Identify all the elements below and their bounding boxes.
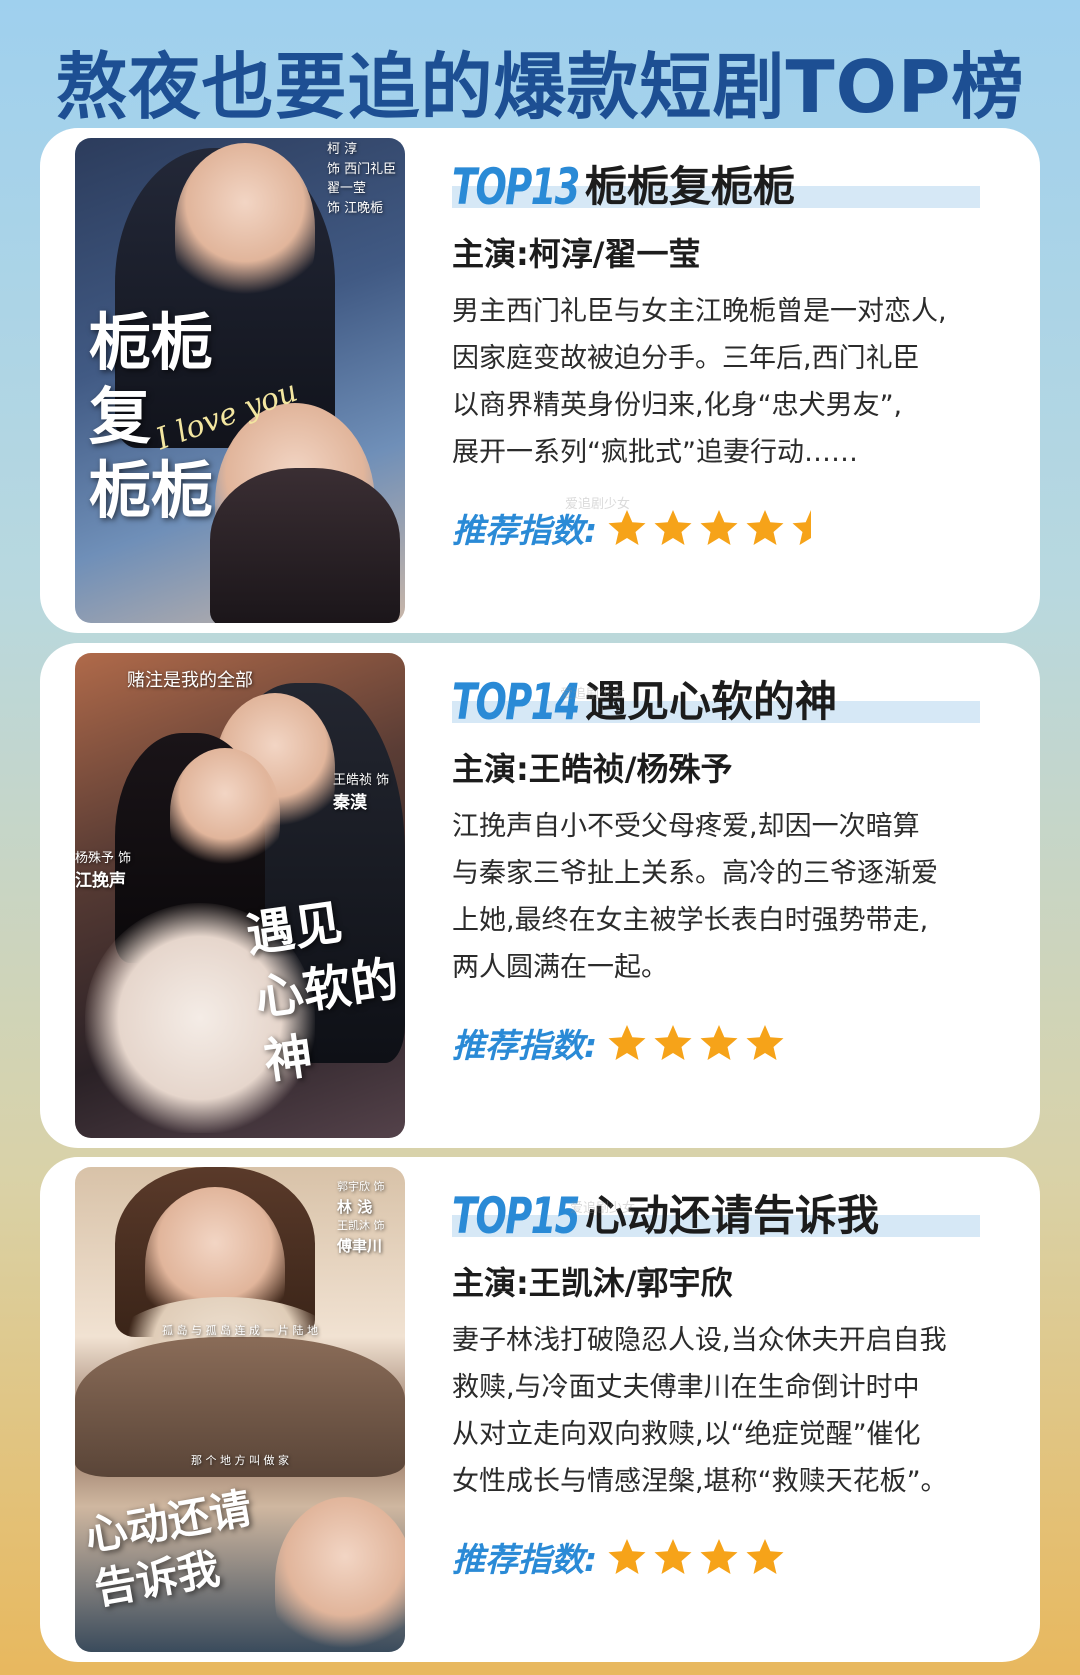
star-icon: [746, 1539, 784, 1574]
star-icon: [608, 510, 646, 545]
poster-tagline: 赌注是我的全部: [127, 670, 253, 691]
rank-label: TOP13: [452, 158, 580, 216]
show-title: 遇见心软的神: [585, 677, 838, 726]
star-rating: [607, 508, 837, 548]
star-icon: [654, 1025, 692, 1060]
rating: 推荐指数:: [452, 1018, 791, 1068]
drama-poster[interactable]: 栀栀 复 栀栀 I love you 柯 淳 饰 西门礼臣 翟一莹 饰 江晚栀: [75, 138, 405, 623]
synopsis: 男主西门礼臣与女主江晚栀曾是一对恋人, 因家庭变故被迫分手。三年后,西门礼臣 以…: [452, 296, 947, 468]
star-icon: [654, 510, 692, 545]
synopsis: 江挽声自小不受父母疼爱,却因一次暗算 与秦家三爷扯上关系。高冷的三爷逐渐爱 上她…: [452, 811, 938, 983]
poster-credits: 郭宇欣 饰 林 浅 王凯沐 饰 傅聿川: [337, 1180, 385, 1255]
rating-label: 推荐指数:: [452, 1540, 598, 1579]
poster-male-face: [275, 1497, 405, 1652]
poster-credits-right: 王皓祯 饰 秦漠: [333, 773, 390, 813]
synopsis: 妻子林浅打破隐忍人设,当众休夫开启自我 救赎,与冷面丈夫傅聿川在生命倒计时中 从…: [452, 1325, 948, 1497]
rank-row: TOP13 栀栀复栀栀: [452, 156, 1022, 218]
star-icon: [654, 1539, 692, 1574]
drama-card[interactable]: 孤 岛 与 孤 岛 连 成 一 片 陆 地 那 个 地 方 叫 做 家 心动还请…: [40, 1157, 1040, 1662]
poster-credits: 柯 淳 饰 西门礼臣 翟一莹 饰 江晚栀: [327, 142, 397, 216]
rank-label: TOP15: [452, 1187, 580, 1245]
star-icon: [700, 1025, 738, 1060]
show-title: 栀栀复栀栀: [585, 162, 796, 211]
drama-card[interactable]: 赌注是我的全部 遇见 心软的 神 王皓祯 饰 秦漠 杨殊予 饰 江挽声 TOP1…: [40, 643, 1040, 1148]
show-title: 心动还请告诉我: [585, 1191, 880, 1240]
star-icon: [700, 510, 738, 545]
cast-line: 主演:柯淳/翟一莹: [452, 235, 701, 273]
drama-info: TOP13 栀栀复栀栀 主演:柯淳/翟一莹 男主西门礼臣与女主江晚栀曾是一对恋人…: [452, 156, 1022, 476]
poster-title-calligraphy: 心动还请 告诉我: [81, 1483, 256, 1614]
poster-tagline-mid: 那 个 地 方 叫 做 家: [191, 1454, 289, 1467]
rank-label: TOP14: [452, 673, 580, 731]
star-icon: [746, 1025, 784, 1060]
cast-line: 主演:王皓祯/杨殊予: [452, 750, 733, 788]
star-icon: [608, 1025, 646, 1060]
watermark: 爱追剧少女: [570, 1201, 636, 1216]
rank-row: TOP14 遇见心软的神: [452, 671, 1022, 733]
drama-card[interactable]: 栀栀 复 栀栀 I love you 柯 淳 饰 西门礼臣 翟一莹 饰 江晚栀 …: [40, 128, 1040, 633]
star-icon: [700, 1539, 738, 1574]
drama-info: TOP14 遇见心软的神 主演:王皓祯/杨殊予 江挽声自小不受父母疼爱,却因一次…: [452, 671, 1022, 991]
star-icon: [746, 510, 784, 545]
cast-line: 主演:王凯沐/郭宇欣: [452, 1264, 733, 1302]
watermark: 爱追剧少女: [560, 687, 626, 702]
page-title: 熬夜也要追的爆款短剧TOP榜: [55, 45, 1025, 129]
poster-title-calligraphy: 遇见 心软的 神: [242, 894, 403, 1091]
drama-poster[interactable]: 赌注是我的全部 遇见 心软的 神 王皓祯 饰 秦漠 杨殊予 饰 江挽声: [75, 653, 405, 1138]
star-rating: [607, 1023, 791, 1063]
star-icon: [608, 1539, 646, 1574]
rank-row: TOP15 心动还请告诉我: [452, 1185, 1022, 1247]
half-star-icon: [792, 510, 812, 545]
rating: 推荐指数:: [452, 1532, 791, 1582]
star-rating: [607, 1537, 791, 1577]
poster-male-face: [175, 143, 315, 313]
poster-female-face: [170, 748, 280, 878]
poster-tagline-top: 孤 岛 与 孤 岛 连 成 一 片 陆 地: [162, 1324, 318, 1337]
drama-poster[interactable]: 孤 岛 与 孤 岛 连 成 一 片 陆 地 那 个 地 方 叫 做 家 心动还请…: [75, 1167, 405, 1652]
poster-female-hair: [210, 468, 400, 623]
rating: 推荐指数:: [452, 503, 837, 553]
rating-label: 推荐指数:: [452, 1026, 598, 1065]
watermark: 爱追剧少女: [565, 497, 631, 512]
drama-info: TOP15 心动还请告诉我 主演:王凯沐/郭宇欣 妻子林浅打破隐忍人设,当众休夫…: [452, 1185, 1022, 1505]
poster-credits-left: 杨殊予 饰 江挽声: [75, 851, 132, 891]
